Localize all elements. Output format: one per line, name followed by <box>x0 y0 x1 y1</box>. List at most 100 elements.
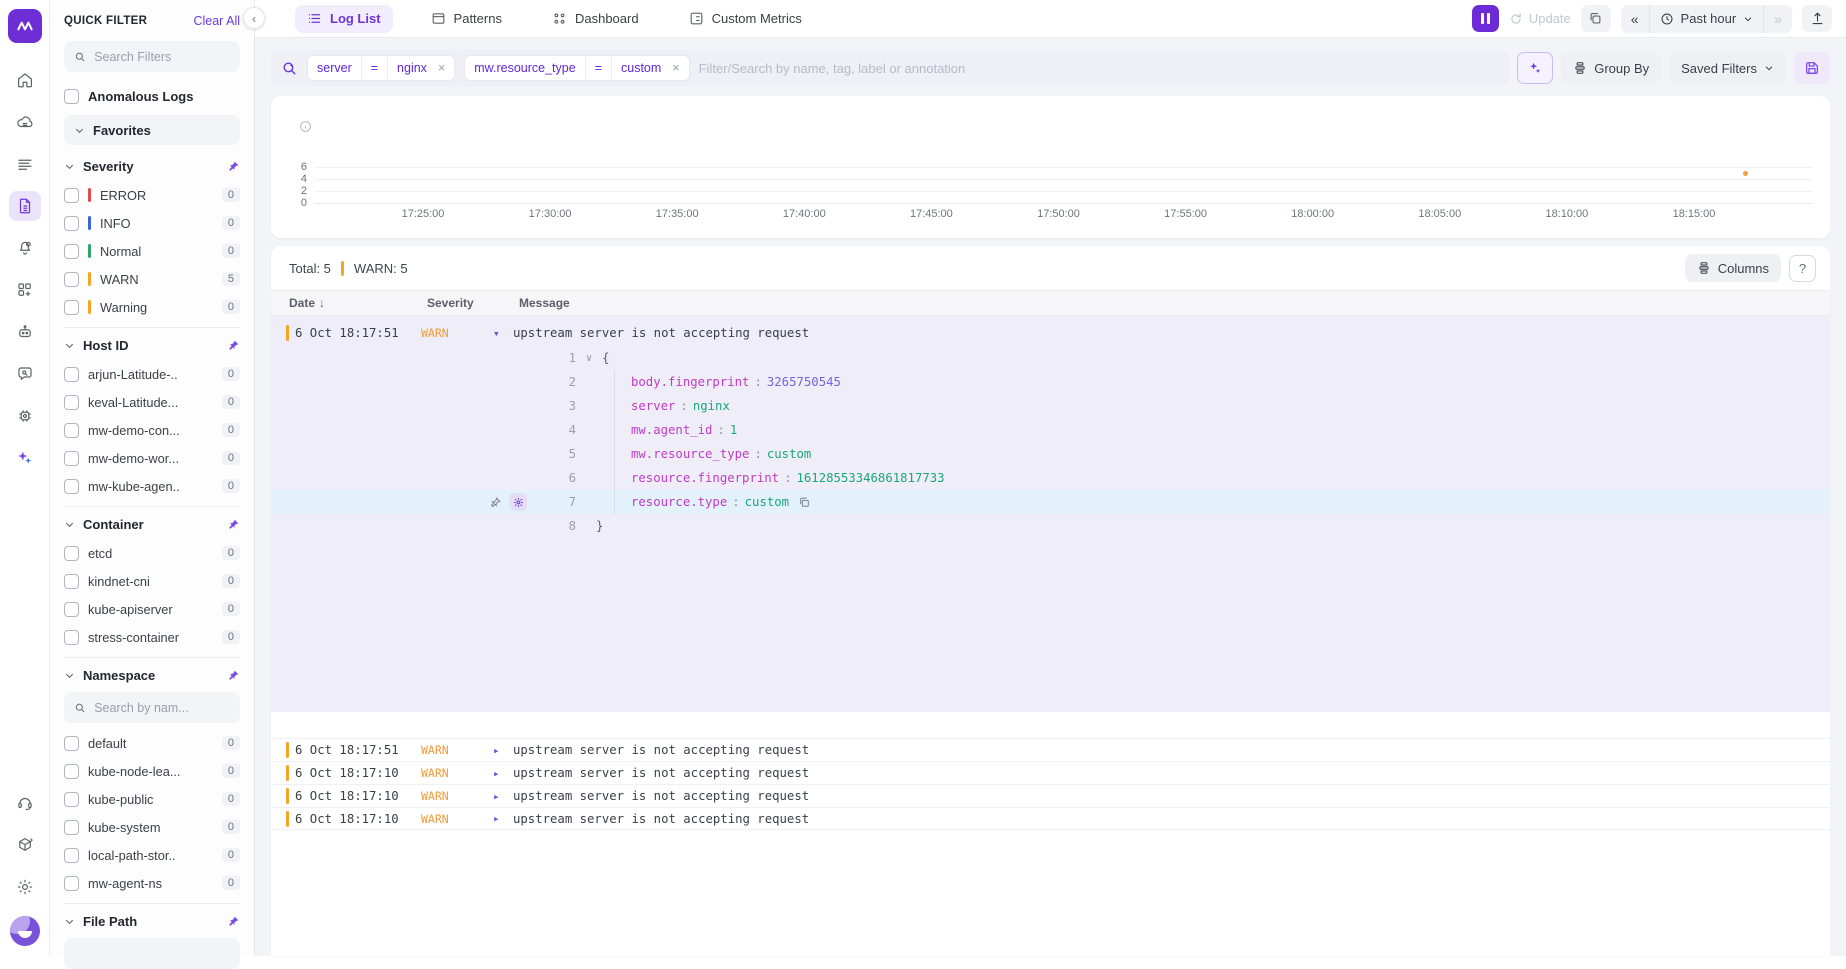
alerts-bell-icon[interactable] <box>9 233 41 263</box>
container-filter-item[interactable]: kube-apiserver 0 <box>64 595 240 623</box>
json-value[interactable]: nginx <box>693 399 730 413</box>
checkbox[interactable] <box>64 367 79 382</box>
log-volume-chart[interactable]: 6 4 2 0 17:25:0017:30:0017:35:0017:40:00… <box>271 96 1830 238</box>
checkbox[interactable] <box>64 479 79 494</box>
log-row[interactable]: 6 Oct 18:17:10 WARN ▸ upstream server is… <box>271 807 1830 830</box>
checkbox[interactable] <box>64 764 79 779</box>
checkbox[interactable] <box>64 300 79 315</box>
namespace-filter-item[interactable]: kube-node-lea... 0 <box>64 757 240 785</box>
checkbox[interactable] <box>64 216 79 231</box>
json-key[interactable]: mw.agent_id <box>631 423 712 437</box>
namespace-search-box[interactable] <box>64 692 240 723</box>
pin-icon[interactable] <box>227 518 240 531</box>
json-key[interactable]: server <box>631 399 675 413</box>
checkbox[interactable] <box>64 244 79 259</box>
checkbox[interactable] <box>64 792 79 807</box>
checkbox[interactable] <box>64 423 79 438</box>
severity-filter-item[interactable]: Normal 0 <box>64 237 240 265</box>
host-filter-item[interactable]: mw-demo-con... 0 <box>64 416 240 444</box>
filter-search-field[interactable]: server = nginx × mw.resource_type = cust… <box>271 50 1509 86</box>
filter-chip-resource-type[interactable]: mw.resource_type = custom × <box>464 55 689 81</box>
tab-patterns[interactable]: Patterns <box>419 5 514 33</box>
json-line[interactable]: 8 } <box>271 514 1830 538</box>
pin-icon[interactable] <box>489 496 502 509</box>
json-value[interactable]: custom <box>767 447 811 461</box>
expand-caret-icon[interactable]: ▸ <box>493 744 513 757</box>
support-headset-icon[interactable] <box>9 788 41 818</box>
user-avatar[interactable] <box>10 916 40 946</box>
expand-caret-icon[interactable]: ▸ <box>493 790 513 803</box>
log-row[interactable]: 6 Oct 18:17:10 WARN ▸ upstream server is… <box>271 761 1830 784</box>
expand-caret-icon[interactable]: ▸ <box>493 767 513 780</box>
json-line[interactable]: 2 body.fingerprint:3265750545 <box>271 370 1830 394</box>
time-range-dropdown[interactable]: Past hour <box>1650 11 1764 26</box>
bot-icon[interactable] <box>9 317 41 347</box>
tab-dashboard[interactable]: Dashboard <box>540 5 651 33</box>
host-filter-item[interactable]: keval-Latitude... 0 <box>64 388 240 416</box>
chip-close-icon[interactable]: × <box>670 56 688 80</box>
namespace-search-input[interactable] <box>94 701 230 715</box>
checkbox[interactable] <box>64 876 79 891</box>
collapse-caret-icon[interactable]: ▾ <box>493 327 513 340</box>
pin-icon[interactable] <box>227 339 240 352</box>
column-severity[interactable]: Severity <box>427 296 519 310</box>
dashboard-add-icon[interactable] <box>9 275 41 305</box>
copy-value-icon[interactable] <box>798 496 811 509</box>
filter-chip-server[interactable]: server = nginx × <box>307 55 455 81</box>
checkbox[interactable] <box>64 272 79 287</box>
json-value[interactable]: 16128553346861817733 <box>796 471 944 485</box>
container-filter-item[interactable]: etcd 0 <box>64 539 240 567</box>
pin-icon[interactable] <box>227 160 240 173</box>
tab-custom-metrics[interactable]: Custom Metrics <box>677 5 814 33</box>
json-value[interactable]: 1 <box>730 423 737 437</box>
settings-gear-icon[interactable] <box>9 872 41 902</box>
log-row[interactable]: 6 Oct 18:17:51 WARN ▸ upstream server is… <box>271 738 1830 761</box>
column-date[interactable]: Date ↓ <box>289 296 427 310</box>
columns-button[interactable]: Columns <box>1685 254 1781 282</box>
logs-document-icon[interactable] <box>9 191 41 221</box>
expand-caret-icon[interactable]: ▸ <box>493 812 513 825</box>
group-by-button[interactable]: Group By <box>1561 52 1661 84</box>
json-key[interactable]: mw.resource_type <box>631 447 749 461</box>
severity-filter-item[interactable]: WARN 5 <box>64 265 240 293</box>
severity-filter-item[interactable]: ERROR 0 <box>64 181 240 209</box>
file-path-section-header[interactable]: File Path <box>64 906 240 936</box>
container-filter-item[interactable]: kindnet-cni 0 <box>64 567 240 595</box>
favorites-section-header[interactable]: Favorites <box>64 115 240 145</box>
sidebar-collapse-button[interactable]: ‹ <box>243 7 265 29</box>
json-line[interactable]: 3 server:nginx <box>271 394 1830 418</box>
severity-section-header[interactable]: Severity <box>64 151 240 181</box>
field-settings-button[interactable] <box>509 493 527 511</box>
checkbox[interactable] <box>64 602 79 617</box>
column-message[interactable]: Message <box>519 296 570 310</box>
time-forward-button[interactable]: » <box>1764 11 1792 27</box>
json-collapse-icon[interactable]: ∨ <box>586 353 592 364</box>
container-section-header[interactable]: Container <box>64 509 240 539</box>
pin-icon[interactable] <box>227 669 240 682</box>
saved-filters-dropdown[interactable]: Saved Filters <box>1669 52 1786 84</box>
filter-search-box[interactable] <box>64 41 240 72</box>
namespace-section-header[interactable]: Namespace <box>64 660 240 690</box>
info-icon[interactable] <box>299 120 312 133</box>
pause-live-button[interactable] <box>1472 5 1499 32</box>
json-line[interactable]: 4 mw.agent_id:1 <box>271 418 1830 442</box>
share-export-button[interactable] <box>1802 5 1832 32</box>
ai-assist-button[interactable] <box>1517 52 1553 84</box>
checkbox[interactable] <box>64 848 79 863</box>
severity-filter-item[interactable]: INFO 0 <box>64 209 240 237</box>
json-key[interactable]: resource.type <box>631 495 727 509</box>
checkbox[interactable] <box>64 451 79 466</box>
chart-point-WARN[interactable] <box>1743 171 1748 176</box>
checkbox[interactable] <box>64 395 79 410</box>
clear-all-link[interactable]: Clear All <box>193 14 240 28</box>
integrations-package-icon[interactable] <box>9 830 41 860</box>
json-key[interactable]: resource.fingerprint <box>631 471 779 485</box>
search-filters-input[interactable] <box>94 50 230 64</box>
checkbox[interactable] <box>64 736 79 751</box>
save-filter-button[interactable] <box>1794 52 1830 84</box>
namespace-filter-item[interactable]: local-path-stor.. 0 <box>64 841 240 869</box>
file-path-search-box[interactable] <box>64 938 240 969</box>
ai-sparkle-icon[interactable] <box>9 443 41 473</box>
namespace-filter-item[interactable]: mw-agent-ns 0 <box>64 869 240 897</box>
chip-icon[interactable] <box>9 401 41 431</box>
